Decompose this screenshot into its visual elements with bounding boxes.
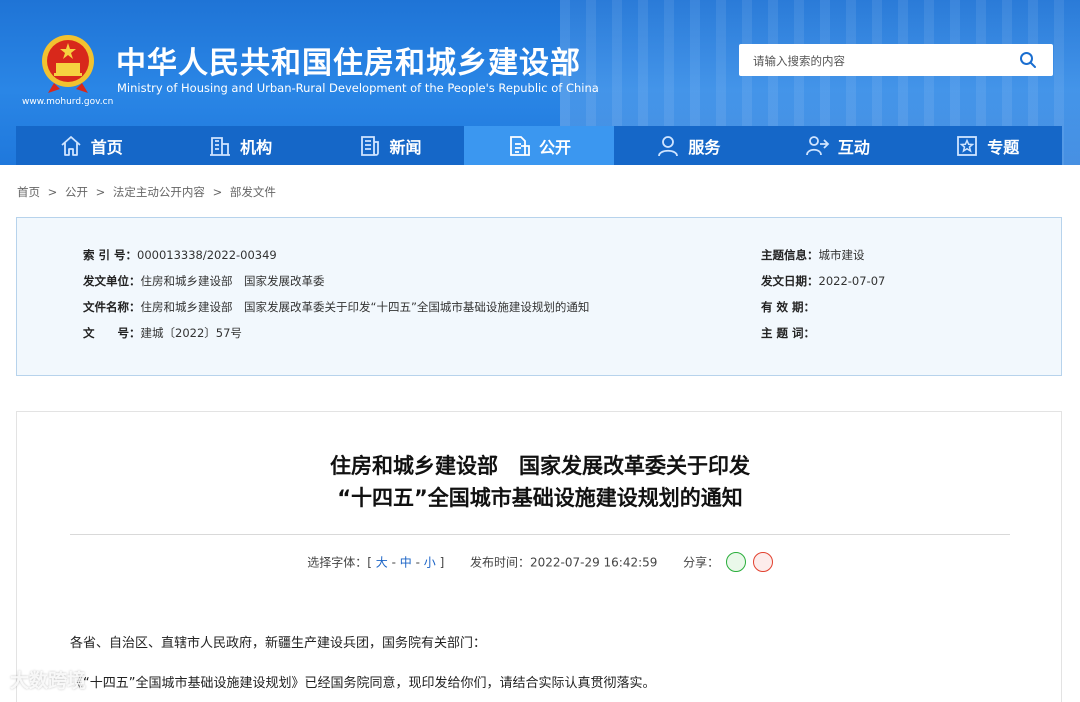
building-icon: [210, 136, 231, 156]
meta-label: 文件名称：: [83, 300, 141, 314]
meta-doc-name: 文件名称：住房和城乡建设部 国家发展改革委关于印发“十四五”全国城市基础设施建设…: [83, 299, 589, 315]
site-header: www.mohurd.gov.cn 中华人民共和国住房和城乡建设部 Minist…: [0, 0, 1080, 165]
meta-label: 有 效 期：: [761, 300, 816, 314]
nav-item-organization[interactable]: 机构: [165, 126, 314, 165]
weibo-share-icon[interactable]: [752, 552, 773, 572]
document-metadata: 索 引 号：000013338/2022-00349 发文单位：住房和城乡建设部…: [16, 217, 1062, 376]
nav-label: 首页: [90, 137, 123, 157]
nav-item-interaction[interactable]: 互动: [763, 126, 912, 165]
meta-topic: 主题信息：城市建设: [761, 247, 865, 263]
search-icon[interactable]: [1019, 51, 1037, 69]
nav-item-news[interactable]: 新闻: [315, 126, 464, 165]
meta-label: 索 引 号：: [83, 248, 138, 262]
publish-time: 2022-07-29 16:42:59: [529, 555, 658, 570]
nav-label: 公开: [538, 137, 571, 157]
article-paragraph: 《“十四五”全国城市基础设施建设规划》已经国务院同意，现印发给你们，请结合实际认…: [70, 676, 656, 691]
font-size-medium[interactable]: 中: [400, 556, 412, 570]
meta-date: 发文日期：2022-07-07: [761, 273, 885, 289]
meta-label: 发文日期：: [761, 274, 819, 288]
search-box[interactable]: 请输入搜索的内容: [739, 44, 1053, 76]
site-subtitle: Ministry of Housing and Urban-Rural Deve…: [117, 81, 599, 95]
font-size-label: 选择字体：[: [307, 555, 372, 570]
breadcrumb-home[interactable]: 首页: [17, 185, 40, 199]
meta-value: 000013338/2022-00349: [137, 248, 277, 262]
meta-keywords: 主 题 词：: [761, 325, 815, 341]
wechat-share-icon[interactable]: [725, 552, 746, 572]
site-title[interactable]: 中华人民共和国住房和城乡建设部: [116, 38, 581, 82]
meta-doc-no: 文 号：建城〔2022〕57号: [83, 325, 242, 341]
meta-validity: 有 效 期：: [761, 299, 815, 315]
main-nav: 首页 机构 新闻 公开 服务 互动 专题: [16, 126, 1062, 165]
nav-label: 服务: [688, 137, 721, 157]
divider: [70, 534, 1010, 535]
font-size-large[interactable]: 大: [376, 556, 388, 570]
breadcrumb-documents[interactable]: 部发文件: [230, 185, 276, 199]
article-salutation: 各省、自治区、直辖市人民政府，新疆生产建设兵团，国务院有关部门：: [70, 636, 487, 651]
site-url: www.mohurd.gov.cn: [22, 97, 114, 107]
search-input[interactable]: 请输入搜索的内容: [753, 53, 845, 69]
nav-label: 专题: [987, 137, 1020, 157]
meta-value: 住房和城乡建设部 国家发展改革委关于印发“十四五”全国城市基础设施建设规划的通知: [140, 300, 590, 314]
font-size-separator: -: [391, 555, 396, 570]
breadcrumb-separator: >: [212, 185, 223, 199]
nav-item-public[interactable]: 公开: [464, 126, 614, 165]
meta-index-no: 索 引 号：000013338/2022-00349: [83, 247, 277, 263]
breadcrumb-separator: >: [95, 185, 106, 199]
meta-value: 住房和城乡建设部 国家发展改革委: [140, 274, 325, 288]
nav-label: 新闻: [389, 137, 422, 157]
breadcrumb-separator: >: [47, 185, 58, 199]
article-title-line-1: 住房和城乡建设部 国家发展改革委关于印发: [330, 454, 750, 478]
meta-label: 主题信息：: [761, 248, 819, 262]
article-toolbar: 选择字体：[ 大 - 中 - 小 ] 发布时间：2022-07-29 16:42…: [17, 552, 1063, 573]
breadcrumb-public[interactable]: 公开: [65, 185, 88, 199]
font-size-selector: 选择字体：[ 大 - 中 - 小 ]: [307, 556, 448, 570]
nav-item-home[interactable]: 首页: [16, 126, 165, 165]
meta-issuer: 发文单位：住房和城乡建设部 国家发展改革委: [83, 273, 325, 289]
nav-item-topics[interactable]: 专题: [913, 126, 1062, 165]
article: 住房和城乡建设部 国家发展改革委关于印发 “十四五”全国城市基础设施建设规划的通…: [16, 411, 1062, 702]
publish-time-label: 发布时间：: [469, 555, 530, 570]
meta-value: 建城〔2022〕57号: [140, 326, 242, 340]
font-size-close: ]: [439, 555, 445, 570]
meta-value: 城市建设: [818, 248, 865, 262]
font-size-small[interactable]: 小: [424, 556, 436, 570]
user-service-icon: [658, 135, 679, 156]
nav-label: 机构: [240, 137, 273, 157]
news-icon: [360, 135, 379, 156]
meta-label: 主 题 词：: [761, 326, 816, 340]
font-size-separator: -: [415, 555, 420, 570]
article-title-line-2: “十四五”全国城市基础设施建设规划的通知: [337, 486, 743, 510]
meta-label: 文 号：: [83, 326, 141, 340]
nav-label: 互动: [837, 137, 870, 157]
nav-item-service[interactable]: 服务: [614, 126, 763, 165]
meta-label: 发文单位：: [83, 274, 141, 288]
document-icon: [510, 135, 530, 156]
watermark: 大数跨境: [10, 670, 87, 692]
interaction-icon: [805, 135, 830, 155]
star-icon: [957, 135, 978, 156]
meta-value: 2022-07-07: [818, 274, 886, 288]
home-icon: [61, 135, 81, 156]
share-label: 分享：: [683, 555, 720, 570]
breadcrumb: 首页 > 公开 > 法定主动公开内容 > 部发文件: [17, 184, 280, 200]
national-emblem-icon[interactable]: [40, 33, 96, 95]
breadcrumb-statutory[interactable]: 法定主动公开内容: [113, 185, 205, 199]
